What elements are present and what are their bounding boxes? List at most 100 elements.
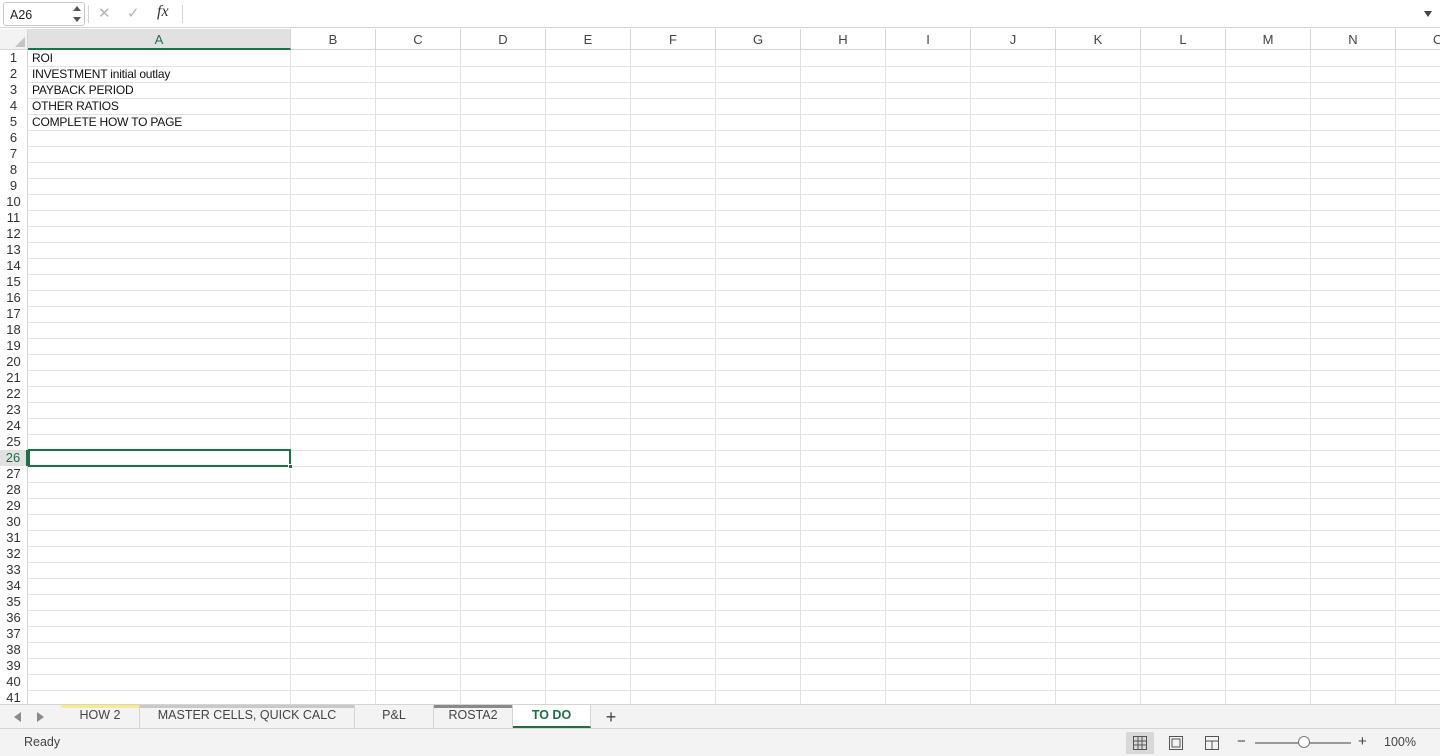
sheet-tab-master-cells[interactable]: MASTER CELLS, QUICK CALC xyxy=(140,705,355,728)
insert-function-icon[interactable]: fx xyxy=(157,3,169,21)
row-header-16[interactable]: 16 xyxy=(0,290,28,306)
fill-handle[interactable] xyxy=(288,464,293,469)
row-header-25[interactable]: 25 xyxy=(0,434,28,450)
scroll-tabs-right-icon[interactable] xyxy=(37,712,44,722)
enter-icon[interactable]: ✓ xyxy=(127,4,140,22)
name-box-value[interactable]: A26 xyxy=(10,8,32,22)
sheet-tab-how-2[interactable]: HOW 2 xyxy=(61,705,140,728)
row-header-7[interactable]: 7 xyxy=(0,146,28,162)
row-header-26[interactable]: 26 xyxy=(0,450,28,466)
row-header-30[interactable]: 30 xyxy=(0,514,28,530)
column-header-a[interactable]: A xyxy=(28,29,291,50)
row-header-14[interactable]: 14 xyxy=(0,258,28,274)
gridline xyxy=(715,50,716,704)
column-header-i[interactable]: I xyxy=(886,29,971,50)
row-header-20[interactable]: 20 xyxy=(0,354,28,370)
row-header-41[interactable]: 41 xyxy=(0,690,28,704)
cell-A4[interactable]: OTHER RATIOS xyxy=(32,98,119,114)
gridline xyxy=(28,290,1440,291)
cell-area[interactable]: ROI INVESTMENT initial outlay PAYBACK PE… xyxy=(28,50,1440,704)
row-header-38[interactable]: 38 xyxy=(0,642,28,658)
row-header-31[interactable]: 31 xyxy=(0,530,28,546)
zoom-level[interactable]: 100% xyxy=(1384,735,1416,749)
zoom-in-button[interactable]: + xyxy=(1358,733,1367,750)
column-header-n[interactable]: N xyxy=(1311,29,1396,50)
row-header-17[interactable]: 17 xyxy=(0,306,28,322)
column-header-j[interactable]: J xyxy=(971,29,1056,50)
cell-A5[interactable]: COMPLETE HOW TO PAGE xyxy=(32,114,182,130)
sheet-tab-rosta2[interactable]: ROSTA2 xyxy=(434,705,513,728)
name-box[interactable]: A26 xyxy=(3,2,85,26)
add-sheet-button[interactable]: + xyxy=(600,706,622,728)
column-header-m[interactable]: M xyxy=(1226,29,1311,50)
row-header-36[interactable]: 36 xyxy=(0,610,28,626)
column-header-b[interactable]: B xyxy=(291,29,376,50)
column-header-g[interactable]: G xyxy=(716,29,801,50)
row-header-27[interactable]: 27 xyxy=(0,466,28,482)
row-header-29[interactable]: 29 xyxy=(0,498,28,514)
gridline xyxy=(1225,50,1226,704)
row-header-12[interactable]: 12 xyxy=(0,226,28,242)
cancel-icon[interactable]: ✕ xyxy=(98,4,111,22)
row-header-24[interactable]: 24 xyxy=(0,418,28,434)
row-header-1[interactable]: 1 xyxy=(0,50,28,66)
column-header-d[interactable]: D xyxy=(461,29,546,50)
row-header-40[interactable]: 40 xyxy=(0,674,28,690)
formula-input[interactable] xyxy=(190,4,1410,24)
cell-A3[interactable]: PAYBACK PERIOD xyxy=(32,82,134,98)
row-header-11[interactable]: 11 xyxy=(0,210,28,226)
row-header-37[interactable]: 37 xyxy=(0,626,28,642)
row-header-5[interactable]: 5 xyxy=(0,114,28,130)
row-header-19[interactable]: 19 xyxy=(0,338,28,354)
row-header-35[interactable]: 35 xyxy=(0,594,28,610)
column-header-h[interactable]: H xyxy=(801,29,886,50)
row-header-10[interactable]: 10 xyxy=(0,194,28,210)
cell-A2[interactable]: INVESTMENT initial outlay xyxy=(32,66,170,82)
active-cell[interactable] xyxy=(28,449,293,469)
gridline xyxy=(28,258,1440,259)
name-box-stepper[interactable] xyxy=(73,5,81,23)
row-header-13[interactable]: 13 xyxy=(0,242,28,258)
column-header-k[interactable]: K xyxy=(1056,29,1141,50)
column-header-o[interactable]: O xyxy=(1396,29,1440,50)
scroll-tabs-left-icon[interactable] xyxy=(14,712,21,722)
page-break-view-button[interactable] xyxy=(1198,732,1226,754)
zoom-slider-thumb[interactable] xyxy=(1298,736,1310,748)
row-header-3[interactable]: 3 xyxy=(0,82,28,98)
gridline xyxy=(28,354,1440,355)
row-header-22[interactable]: 22 xyxy=(0,386,28,402)
gridline xyxy=(28,514,1440,515)
row-header-8[interactable]: 8 xyxy=(0,162,28,178)
row-header-28[interactable]: 28 xyxy=(0,482,28,498)
row-header-21[interactable]: 21 xyxy=(0,370,28,386)
row-header-34[interactable]: 34 xyxy=(0,578,28,594)
page-layout-view-button[interactable] xyxy=(1162,732,1190,754)
expand-formula-bar-icon[interactable] xyxy=(1424,11,1432,17)
sheet-tab-to-do[interactable]: TO DO xyxy=(513,705,591,728)
gridline xyxy=(28,690,1440,691)
row-header-23[interactable]: 23 xyxy=(0,402,28,418)
sheet-tab-label: TO DO xyxy=(531,708,572,722)
sheet-tab-pl[interactable]: P&L xyxy=(355,705,434,728)
worksheet-grid[interactable]: ABCDEFGHIJKLMNO 1 2 3 4 5 6 7 8 9 10 11 12 13 14 15 16 1… xyxy=(0,29,1440,704)
row-header-4[interactable]: 4 xyxy=(0,98,28,114)
chevron-up-icon[interactable] xyxy=(73,6,81,11)
gridline xyxy=(28,242,1440,243)
column-header-c[interactable]: C xyxy=(376,29,461,50)
row-header-15[interactable]: 15 xyxy=(0,274,28,290)
row-header-2[interactable]: 2 xyxy=(0,66,28,82)
select-all-button[interactable] xyxy=(0,29,28,50)
zoom-out-button[interactable]: − xyxy=(1237,733,1246,750)
column-header-f[interactable]: F xyxy=(631,29,716,50)
column-header-e[interactable]: E xyxy=(546,29,631,50)
normal-view-button[interactable] xyxy=(1126,732,1154,754)
row-header-39[interactable]: 39 xyxy=(0,658,28,674)
cell-A1[interactable]: ROI xyxy=(32,50,53,66)
row-header-6[interactable]: 6 xyxy=(0,130,28,146)
row-header-9[interactable]: 9 xyxy=(0,178,28,194)
row-header-32[interactable]: 32 xyxy=(0,546,28,562)
chevron-down-icon[interactable] xyxy=(73,17,81,22)
row-header-33[interactable]: 33 xyxy=(0,562,28,578)
row-header-18[interactable]: 18 xyxy=(0,322,28,338)
column-header-l[interactable]: L xyxy=(1141,29,1226,50)
